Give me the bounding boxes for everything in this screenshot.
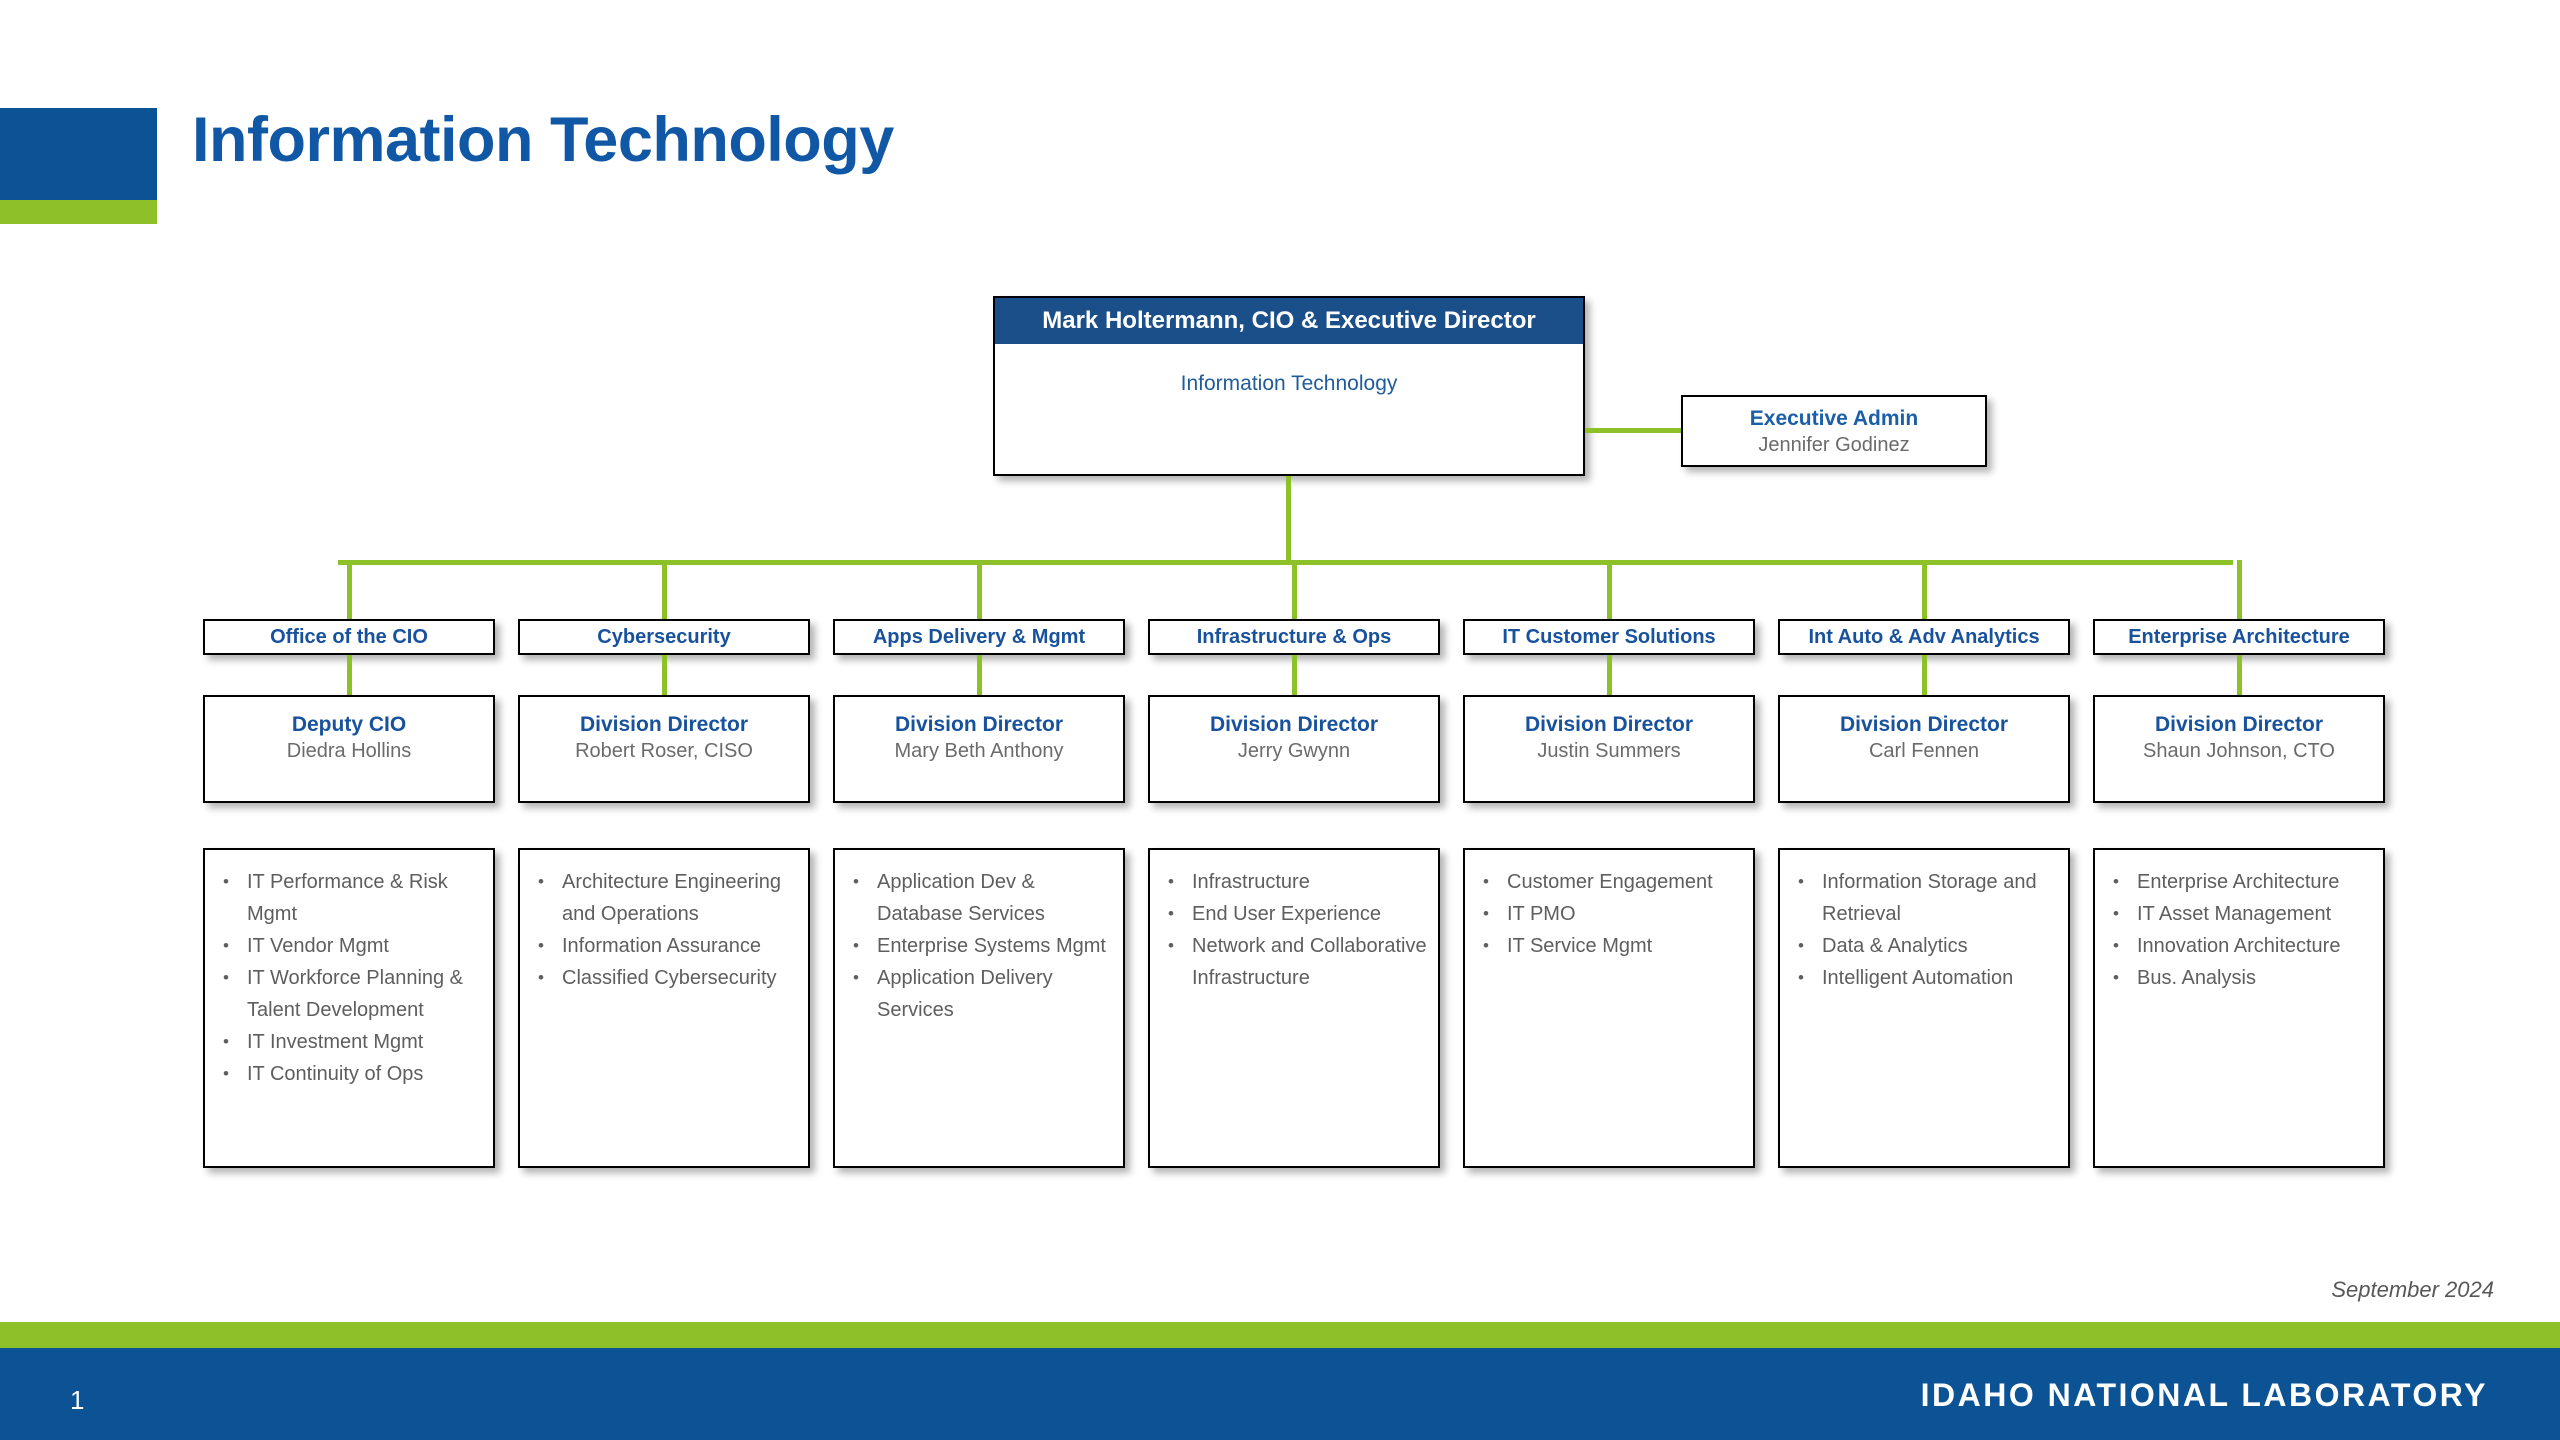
connector-horizontal-bus <box>338 560 2233 565</box>
function-list-item: Network and Collaborative Infrastructure <box>1168 930 1428 994</box>
department-functions-1: IT Performance & Risk MgmtIT Vendor Mgmt… <box>203 848 495 1168</box>
function-list-item: Enterprise Architecture <box>2113 866 2373 898</box>
director-person: Jerry Gwynn <box>1237 740 1351 762</box>
function-list-item: Application Delivery Services <box>853 962 1113 1026</box>
department-functions-5: Customer EngagementIT PMOIT Service Mgmt <box>1463 848 1755 1168</box>
department-director-7[interactable]: Division Director Shaun Johnson, CTO <box>2093 695 2385 803</box>
director-role: Division Director <box>894 713 1064 736</box>
function-list-item: Classified Cybersecurity <box>538 962 798 994</box>
department-header-2[interactable]: Cybersecurity <box>518 619 810 655</box>
footer-page-number: 1 <box>70 1385 85 1415</box>
department-functions-6: Information Storage and RetrievalData & … <box>1778 848 2070 1168</box>
connector-header-to-director <box>1607 655 1612 695</box>
connector-header-to-director <box>1292 655 1297 695</box>
function-list: Enterprise ArchitectureIT Asset Manageme… <box>2101 866 2377 994</box>
department-header-3[interactable]: Apps Delivery & Mgmt <box>833 619 1125 655</box>
director-person: Shaun Johnson, CTO <box>2143 740 2335 762</box>
connector-bus-to-department <box>977 560 982 619</box>
department-functions-7: Enterprise ArchitectureIT Asset Manageme… <box>2093 848 2385 1168</box>
function-list-item: Information Storage and Retrieval <box>1798 866 2058 930</box>
connector-header-to-director <box>2237 655 2242 695</box>
department-functions-3: Application Dev & Database ServicesEnter… <box>833 848 1125 1168</box>
title-accent-block-green <box>0 200 157 224</box>
department-director-1[interactable]: Deputy CIO Diedra Hollins <box>203 695 495 803</box>
department-functions-4: InfrastructureEnd User ExperienceNetwork… <box>1148 848 1440 1168</box>
function-list: InfrastructureEnd User ExperienceNetwork… <box>1156 866 1432 994</box>
director-role: Division Director <box>579 713 749 736</box>
executive-admin-node[interactable]: Executive Admin Jennifer Godinez <box>1681 395 1987 467</box>
function-list-item: IT Vendor Mgmt <box>223 930 483 962</box>
footer-organization-name: IDAHO NATIONAL LABORATORY <box>1920 1377 2488 1413</box>
slide-date: September 2024 <box>2331 1277 2494 1302</box>
function-list-item: Data & Analytics <box>1798 930 2058 962</box>
function-list-item: Innovation Architecture <box>2113 930 2373 962</box>
connector-header-to-director <box>347 655 352 695</box>
connector-bus-to-department <box>1922 560 1927 619</box>
connector-bus-to-department <box>2237 560 2242 619</box>
footer-green-bar <box>0 1322 2560 1348</box>
director-role: Division Director <box>1839 713 2009 736</box>
department-header-1[interactable]: Office of the CIO <box>203 619 495 655</box>
function-list-item: Customer Engagement <box>1483 866 1743 898</box>
executive-name-title: Mark Holtermann, CIO & Executive Directo… <box>995 298 1583 344</box>
function-list: Application Dev & Database ServicesEnter… <box>841 866 1117 1026</box>
function-list-item: IT Continuity of Ops <box>223 1058 483 1090</box>
function-list: Information Storage and RetrievalData & … <box>1786 866 2062 994</box>
title-accent-block-blue <box>0 108 157 200</box>
executive-admin-person: Jennifer Godinez <box>1758 434 1910 456</box>
department-header-6[interactable]: Int Auto & Adv Analytics <box>1778 619 2070 655</box>
function-list-item: Application Dev & Database Services <box>853 866 1113 930</box>
function-list-item: Information Assurance <box>538 930 798 962</box>
director-role: Division Director <box>2154 713 2324 736</box>
department-header-4[interactable]: Infrastructure & Ops <box>1148 619 1440 655</box>
department-header-5[interactable]: IT Customer Solutions <box>1463 619 1755 655</box>
director-person: Robert Roser, CISO <box>575 740 753 762</box>
director-role: Deputy CIO <box>291 713 407 736</box>
department-director-6[interactable]: Division Director Carl Fennen <box>1778 695 2070 803</box>
executive-admin-role: Executive Admin <box>1749 407 1919 430</box>
function-list-item: Infrastructure <box>1168 866 1428 898</box>
connector-exec-to-admin <box>1585 428 1681 433</box>
function-list: Customer EngagementIT PMOIT Service Mgmt <box>1471 866 1747 962</box>
function-list: IT Performance & Risk MgmtIT Vendor Mgmt… <box>211 866 487 1090</box>
connector-bus-to-department <box>662 560 667 619</box>
director-role: Division Director <box>1524 713 1694 736</box>
connector-header-to-director <box>662 655 667 695</box>
function-list-item: IT PMO <box>1483 898 1743 930</box>
department-header-7[interactable]: Enterprise Architecture <box>2093 619 2385 655</box>
connector-bus-to-department <box>1607 560 1612 619</box>
director-role: Division Director <box>1209 713 1379 736</box>
director-person: Mary Beth Anthony <box>894 740 1064 762</box>
connector-bus-to-department <box>1292 560 1297 619</box>
function-list: Architecture Engineering and OperationsI… <box>526 866 802 994</box>
connector-header-to-director <box>1922 655 1927 695</box>
function-list-item: IT Service Mgmt <box>1483 930 1743 962</box>
department-director-4[interactable]: Division Director Jerry Gwynn <box>1148 695 1440 803</box>
function-list-item: Bus. Analysis <box>2113 962 2373 994</box>
director-person: Justin Summers <box>1537 740 1681 762</box>
page-title: Information Technology <box>192 105 894 175</box>
function-list-item: Enterprise Systems Mgmt <box>853 930 1113 962</box>
connector-bus-to-department <box>347 560 352 619</box>
function-list-item: IT Workforce Planning & Talent Developme… <box>223 962 483 1026</box>
director-person: Diedra Hollins <box>286 740 412 762</box>
function-list-item: IT Investment Mgmt <box>223 1026 483 1058</box>
connector-header-to-director <box>977 655 982 695</box>
function-list-item: End User Experience <box>1168 898 1428 930</box>
function-list-item: Architecture Engineering and Operations <box>538 866 798 930</box>
function-list-item: IT Performance & Risk Mgmt <box>223 866 483 930</box>
department-director-3[interactable]: Division Director Mary Beth Anthony <box>833 695 1125 803</box>
department-functions-2: Architecture Engineering and OperationsI… <box>518 848 810 1168</box>
executive-organization: Information Technology <box>1180 372 1398 395</box>
connector-exec-vertical <box>1286 476 1291 564</box>
director-person: Carl Fennen <box>1868 740 1980 762</box>
function-list-item: IT Asset Management <box>2113 898 2373 930</box>
department-director-2[interactable]: Division Director Robert Roser, CISO <box>518 695 810 803</box>
executive-node[interactable]: Mark Holtermann, CIO & Executive Directo… <box>993 296 1585 476</box>
function-list-item: Intelligent Automation <box>1798 962 2058 994</box>
department-director-5[interactable]: Division Director Justin Summers <box>1463 695 1755 803</box>
